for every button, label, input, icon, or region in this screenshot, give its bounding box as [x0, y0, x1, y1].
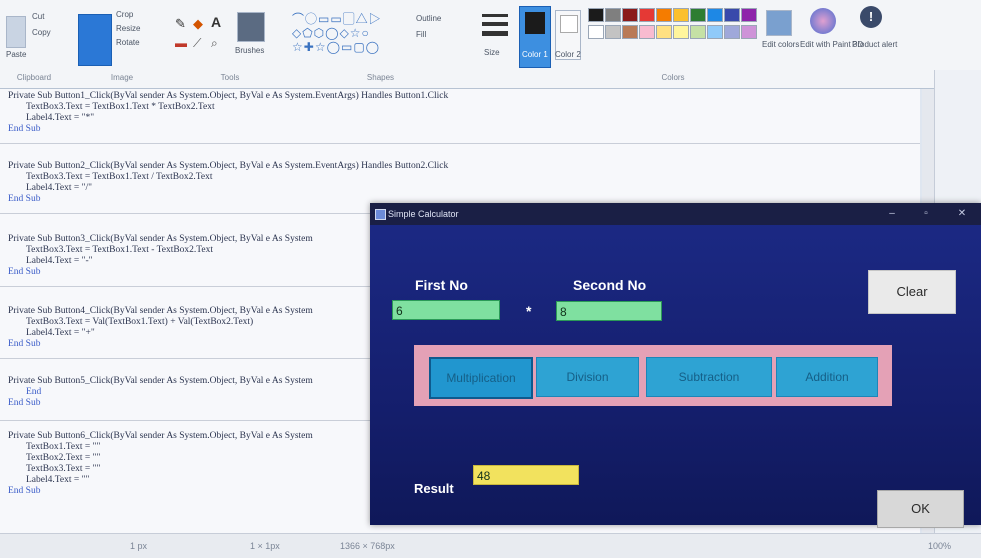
clear-button[interactable]: Clear	[868, 270, 956, 314]
maximize-icon[interactable]: ▫	[914, 206, 938, 222]
colors-group-label: Colors	[661, 73, 685, 82]
addition-button[interactable]: Addition	[776, 357, 878, 397]
color-swatch[interactable]	[656, 25, 672, 39]
operations-panel: Multiplication Division Subtraction Addi…	[414, 345, 892, 406]
second-number-input[interactable]: 8	[556, 301, 662, 321]
calculator-window: Simple Calculator – ▫ ✕ First No Second …	[370, 203, 981, 528]
info-icon[interactable]: !	[860, 6, 882, 28]
eraser-icon[interactable]: ▬	[175, 36, 187, 50]
brushes-label: Brushes	[235, 46, 265, 55]
color-swatch[interactable]	[605, 25, 621, 39]
color2-label: Color 2	[555, 50, 581, 59]
app-icon	[375, 209, 386, 220]
color-swatch[interactable]	[707, 8, 723, 22]
division-button[interactable]: Division	[536, 357, 639, 397]
color-swatch[interactable]	[724, 8, 740, 22]
code-line: Label4.Text = "*"	[26, 113, 95, 123]
select-button[interactable]	[78, 14, 112, 66]
size-label: Size	[484, 48, 500, 57]
color-swatch[interactable]	[588, 25, 604, 39]
fill-dropdown[interactable]: Fill	[416, 30, 426, 39]
multiplication-button[interactable]: Multiplication	[429, 357, 533, 399]
rotate-button[interactable]: Rotate	[116, 38, 140, 47]
shapes-gallery[interactable]: ⌒◯▭▭▢△▷ ◇⬠⬡◯◇☆○ ☆✚☆◯▭▢◯	[292, 12, 402, 60]
zoom-level: 100%	[928, 541, 952, 551]
color-palette[interactable]	[588, 8, 758, 68]
color-swatch[interactable]	[622, 25, 638, 39]
operator-label: *	[526, 303, 532, 319]
code-line: TextBox3.Text = TextBox1.Text / TextBox2…	[26, 172, 213, 182]
result-label: Result	[414, 481, 454, 496]
color-swatch[interactable]	[673, 25, 689, 39]
fill-icon[interactable]: ◆	[193, 16, 203, 32]
color-swatch[interactable]	[690, 8, 706, 22]
window-titlebar[interactable]: Simple Calculator – ▫ ✕	[370, 203, 981, 225]
paint-ribbon: Paste Cut Copy Clipboard Crop Resize Rot…	[0, 0, 981, 89]
paste-label: Paste	[6, 50, 27, 59]
product-alert-label: Product alert	[852, 40, 898, 49]
color1-label: Color 1	[522, 50, 548, 59]
resize-button[interactable]: Resize	[116, 24, 140, 33]
shapes-group: ⌒◯▭▭▢△▷ ◇⬠⬡◯◇☆○ ☆✚☆◯▭▢◯ Outline Fill Shape…	[288, 4, 473, 82]
brushes-button[interactable]	[237, 12, 265, 42]
color-swatch[interactable]	[656, 8, 672, 22]
paint3d-icon[interactable]	[810, 8, 836, 34]
close-icon[interactable]: ✕	[950, 206, 974, 222]
tools-group: ✎ ◆ A ▬ ⟋ ⌕ Brushes Tools	[175, 4, 285, 82]
result-output[interactable]: 48	[473, 465, 579, 485]
code-block-1: Private Sub Button1_Click(ByVal sender A…	[0, 89, 920, 144]
first-no-label: First No	[415, 277, 468, 293]
code-line: Label4.Text = "/"	[26, 183, 92, 193]
image-size: 1366 × 768px	[340, 541, 395, 551]
subtraction-button[interactable]: Subtraction	[646, 357, 772, 397]
code-line: End Sub	[8, 124, 41, 134]
color-swatch[interactable]	[724, 25, 740, 39]
cursor-position: 1 px	[130, 541, 148, 551]
code-line: TextBox3.Text = TextBox1.Text * TextBox2…	[26, 102, 215, 112]
edit-colors-button[interactable]	[766, 10, 792, 36]
color-swatch[interactable]	[622, 8, 638, 22]
image-group-label: Image	[110, 73, 134, 82]
color-swatch[interactable]	[707, 25, 723, 39]
size-group[interactable]: Size	[478, 4, 514, 82]
color-swatch[interactable]	[741, 25, 757, 39]
copy-button[interactable]: Copy	[32, 28, 51, 37]
crop-button[interactable]: Crop	[116, 10, 133, 19]
color-swatch[interactable]	[605, 8, 621, 22]
edit-colors-label: Edit colors	[762, 40, 800, 49]
ok-button[interactable]: OK	[877, 490, 964, 528]
color-swatch[interactable]	[690, 25, 706, 39]
picker-icon[interactable]: ⟋	[193, 36, 201, 51]
clipboard-group-label: Clipboard	[16, 73, 52, 82]
tools-group-label: Tools	[220, 73, 240, 82]
text-icon[interactable]: A	[211, 14, 221, 30]
status-bar: 1 px 1 × 1px 1366 × 768px 100%	[0, 533, 981, 558]
cut-button[interactable]: Cut	[32, 12, 44, 21]
color-swatch[interactable]	[639, 25, 655, 39]
selection-size: 1 × 1px	[250, 541, 280, 551]
image-group: Crop Resize Rotate Image	[72, 4, 172, 82]
pencil-icon[interactable]: ✎	[175, 16, 186, 32]
color-swatch[interactable]	[639, 8, 655, 22]
paste-button[interactable]	[6, 16, 26, 48]
color-swatch[interactable]	[588, 8, 604, 22]
code-line: Private Sub Button1_Click(ByVal sender A…	[8, 91, 449, 101]
color-swatch[interactable]	[673, 8, 689, 22]
second-no-label: Second No	[573, 277, 647, 293]
first-number-input[interactable]: 6	[392, 300, 500, 320]
outline-dropdown[interactable]: Outline	[416, 14, 441, 23]
minimize-icon[interactable]: –	[880, 206, 904, 222]
color-swatch[interactable]	[741, 8, 757, 22]
clipboard-group: Paste Cut Copy Clipboard	[2, 4, 66, 82]
magnifier-icon[interactable]: ⌕	[211, 36, 218, 51]
code-line: Private Sub Button2_Click(ByVal sender A…	[8, 161, 449, 171]
window-title: Simple Calculator	[388, 209, 459, 219]
shapes-group-label: Shapes	[366, 73, 395, 82]
